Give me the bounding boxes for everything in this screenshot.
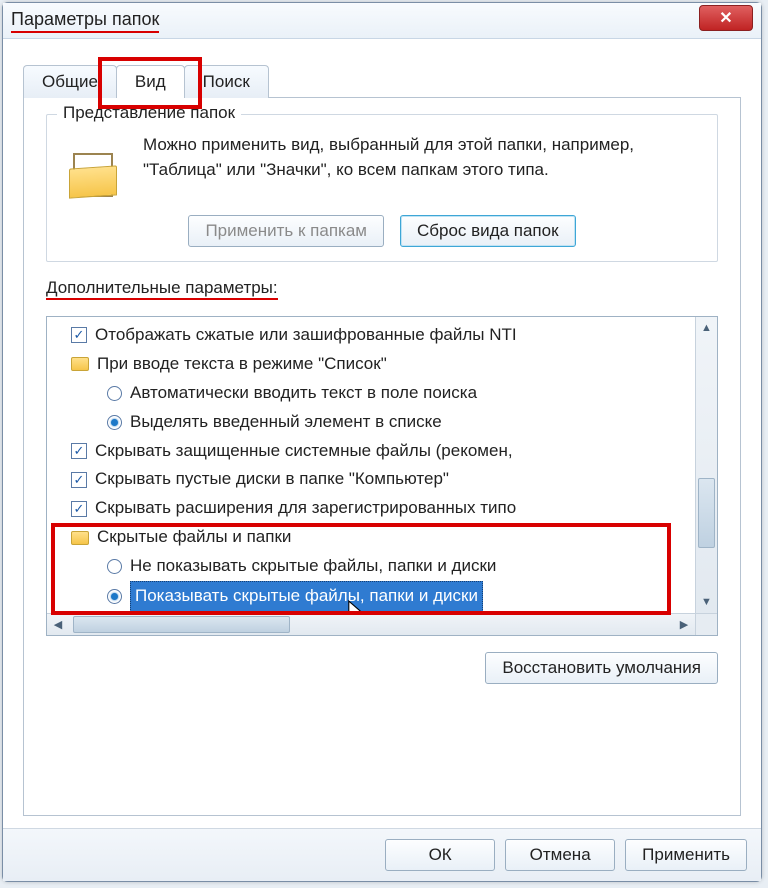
horizontal-scrollbar[interactable]: ◀ ▶ — [47, 613, 695, 635]
window-title: Параметры папок — [11, 9, 699, 33]
folder-icon — [71, 357, 89, 371]
reset-folders-button[interactable]: Сброс вида папок — [400, 215, 576, 247]
vscroll-track[interactable] — [696, 339, 717, 591]
opt-ntfs-colors[interactable]: Отображать сжатые или зашифрованные файл… — [53, 321, 689, 350]
advanced-settings-tree[interactable]: Отображать сжатые или зашифрованные файл… — [46, 316, 718, 636]
vscroll-thumb[interactable] — [698, 478, 715, 549]
radio-icon[interactable] — [107, 589, 122, 604]
folder-presentation-icon — [61, 133, 125, 197]
cancel-button[interactable]: Отмена — [505, 839, 615, 871]
folder-views-group: Представление папок Можно применить вид,… — [46, 114, 718, 262]
selected-option-label: Показывать скрытые файлы, папки и диски — [130, 581, 483, 612]
tab-view[interactable]: Вид — [116, 65, 185, 98]
titlebar: Параметры папок ✕ — [3, 3, 761, 39]
scroll-down-icon[interactable]: ▼ — [696, 591, 717, 613]
checkbox-icon[interactable] — [71, 472, 87, 488]
folder-views-legend: Представление папок — [57, 103, 241, 123]
radio-icon[interactable] — [107, 559, 122, 574]
apply-to-folders-button[interactable]: Применить к папкам — [188, 215, 384, 247]
tab-search[interactable]: Поиск — [184, 65, 269, 98]
client-area: Общие Вид Поиск Представление папок Можн… — [3, 39, 761, 828]
hscroll-thumb[interactable] — [73, 616, 290, 633]
folder-views-text: Можно применить вид, выбранный для этой … — [143, 133, 703, 182]
dialog-button-bar: ОК Отмена Применить — [3, 828, 761, 881]
opt-hide-protected[interactable]: Скрывать защищенные системные файлы (рек… — [53, 437, 689, 466]
opt-type-in-list-group[interactable]: При вводе текста в режиме "Список" — [53, 350, 689, 379]
opt-select-typed[interactable]: Выделять введенный элемент в списке — [53, 408, 689, 437]
opt-hide-extensions[interactable]: Скрывать расширения для зарегистрированн… — [53, 494, 689, 523]
scroll-up-icon[interactable]: ▲ — [696, 317, 717, 339]
apply-button[interactable]: Применить — [625, 839, 747, 871]
tab-general[interactable]: Общие — [23, 65, 117, 98]
close-icon: ✕ — [719, 8, 732, 28]
scroll-left-icon[interactable]: ◀ — [47, 614, 69, 635]
checkbox-icon[interactable] — [71, 501, 87, 517]
opt-hidden-files-group[interactable]: Скрытые файлы и папки — [53, 523, 689, 552]
vertical-scrollbar[interactable]: ▲ ▼ — [695, 317, 717, 613]
tab-strip: Общие Вид Поиск — [23, 65, 741, 98]
scrollbar-corner — [695, 613, 717, 635]
folder-icon — [71, 531, 89, 545]
checkbox-icon[interactable] — [71, 443, 87, 459]
opt-dont-show-hidden[interactable]: Не показывать скрытые файлы, папки и дис… — [53, 552, 689, 581]
radio-icon[interactable] — [107, 415, 122, 430]
hscroll-track[interactable] — [69, 614, 673, 635]
checkbox-icon[interactable] — [71, 327, 87, 343]
scroll-right-icon[interactable]: ▶ — [673, 614, 695, 635]
opt-show-hidden[interactable]: Показывать скрытые файлы, папки и диски — [53, 581, 689, 612]
tree-content: Отображать сжатые или зашифрованные файл… — [47, 317, 695, 613]
advanced-label: Дополнительные параметры: — [46, 278, 718, 300]
close-button[interactable]: ✕ — [699, 5, 753, 31]
tab-view-panel: Представление папок Можно применить вид,… — [23, 97, 741, 816]
restore-defaults-button[interactable]: Восстановить умолчания — [485, 652, 718, 684]
ok-button[interactable]: ОК — [385, 839, 495, 871]
opt-hide-empty-drives[interactable]: Скрывать пустые диски в папке "Компьютер… — [53, 465, 689, 494]
opt-auto-type[interactable]: Автоматически вводить текст в поле поиск… — [53, 379, 689, 408]
folder-options-dialog: Параметры папок ✕ Общие Вид Поиск Предст… — [2, 2, 762, 882]
radio-icon[interactable] — [107, 386, 122, 401]
